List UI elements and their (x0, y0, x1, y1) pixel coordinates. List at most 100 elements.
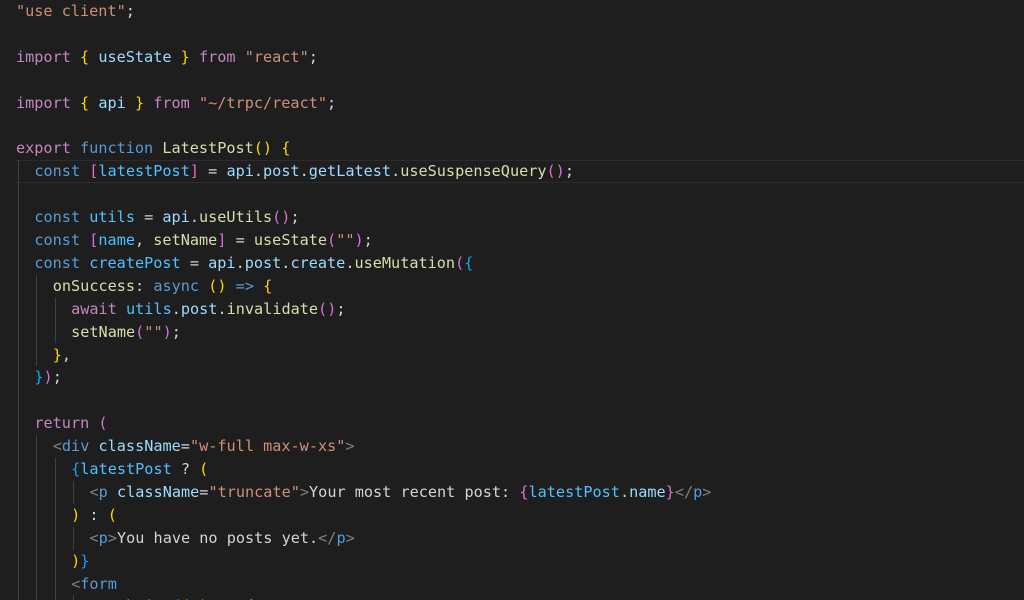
indent-guide (36, 274, 38, 367)
code-token: ( (135, 322, 145, 341)
code-token: ( (455, 253, 465, 272)
code-line[interactable]: const utils = api.useUtils(); (34, 206, 299, 229)
indent-guide (18, 160, 19, 600)
code-editor[interactable]: "use client"; import { useState } from "r… (0, 0, 1024, 600)
code-line[interactable]: setName(""); (71, 321, 181, 344)
code-token: () (318, 299, 337, 318)
code-token: "" (144, 322, 163, 341)
code-token: div (61, 437, 90, 456)
code-token: utils (89, 208, 135, 227)
indent-guide (73, 595, 75, 600)
code-line[interactable]: export function LatestPost() { (16, 137, 290, 160)
code-token: const (34, 162, 81, 181)
code-token: = (134, 208, 163, 227)
code-token: . (391, 162, 401, 181)
code-line[interactable]: <form (71, 573, 117, 596)
indent-guide (73, 480, 75, 504)
code-token: : (80, 505, 108, 524)
code-token: < (52, 437, 62, 456)
code-line[interactable]: <p>You have no posts yet.</p> (90, 527, 355, 550)
code-token: > (345, 528, 355, 547)
code-token: ( (107, 505, 117, 524)
code-token: form (80, 574, 117, 593)
code-token: Your most recent post: (309, 482, 520, 501)
code-line[interactable]: const [latestPost] = api.post.getLatest.… (34, 160, 574, 183)
code-token: const (34, 208, 81, 227)
code-token: "~/trpc/react" (198, 93, 327, 112)
code-token: = (180, 437, 190, 456)
code-token: p (98, 528, 108, 547)
code-line[interactable]: )} (71, 550, 89, 573)
code-token: } (80, 551, 90, 570)
code-token: api (162, 208, 190, 227)
code-token: "react" (244, 47, 309, 66)
code-token: post (244, 253, 282, 272)
code-line[interactable]: <p className="truncate">Your most recent… (90, 481, 712, 504)
code-token: () (253, 139, 273, 158)
code-token: : (135, 276, 154, 295)
code-token: api (208, 253, 236, 272)
code-token: ] (189, 162, 199, 181)
code-token: onSuccess (52, 276, 136, 295)
code-token: api (98, 93, 126, 112)
code-token: ) (71, 551, 81, 570)
code-token: ( (199, 460, 209, 478)
code-line[interactable]: "use client"; (16, 0, 135, 23)
code-line[interactable]: onSuccess: async () => { (53, 275, 273, 298)
code-token: ; (308, 47, 318, 66)
code-token: const (34, 231, 81, 249)
code-token: "use client" (16, 2, 126, 20)
code-token: ; (290, 208, 300, 227)
code-token: > (702, 482, 712, 501)
code-line[interactable]: ) : ( (71, 504, 117, 527)
code-token: ( (327, 231, 337, 249)
code-token: { (281, 139, 291, 158)
code-token: useUtils (199, 208, 273, 227)
code-line[interactable]: import { api } from "~/trpc/react"; (16, 92, 336, 115)
code-token: < (89, 528, 99, 547)
code-token: } (134, 93, 145, 112)
code-token: post (263, 162, 300, 181)
code-line[interactable]: await utils.post.invalidate(); (71, 298, 345, 321)
code-line[interactable]: import { useState } from "react"; (16, 46, 318, 69)
code-line[interactable]: return ( (34, 412, 107, 435)
code-token: { (519, 482, 529, 501)
code-line[interactable]: const [name, setName] = useState(""); (34, 229, 372, 252)
code-token: p (98, 482, 108, 501)
code-token: className (98, 437, 181, 456)
code-line[interactable]: const createPost = api.post.create.useMu… (34, 252, 473, 275)
code-token: LatestPost (162, 139, 254, 158)
code-line[interactable]: {latestPost ? ( (71, 458, 208, 481)
indent-guide (54, 297, 56, 344)
code-token: . (619, 482, 630, 501)
code-token: ; (171, 322, 181, 341)
code-line[interactable]: <div className="w-full max-w-xs"> (53, 435, 355, 458)
code-token: getLatest (308, 162, 392, 181)
code-token: name (98, 231, 135, 249)
code-token: useMutation (354, 253, 456, 272)
code-token: , (134, 231, 154, 249)
code-token: useSuspenseQuery (400, 162, 547, 181)
code-line[interactable]: }); (34, 366, 61, 389)
code-token: < (89, 482, 99, 501)
code-token: latestPost (80, 460, 172, 478)
code-token: ; (564, 162, 574, 181)
code-token: import (16, 93, 71, 112)
code-token: setName (153, 231, 218, 249)
code-token: ; (336, 299, 346, 318)
code-line[interactable]: onSubmit={(e) => { (90, 595, 255, 600)
code-token: ) (71, 505, 81, 524)
code-line[interactable]: }, (53, 344, 71, 367)
code-token: } (665, 482, 675, 501)
code-token: "truncate" (208, 482, 300, 501)
code-token: createPost (89, 253, 181, 272)
